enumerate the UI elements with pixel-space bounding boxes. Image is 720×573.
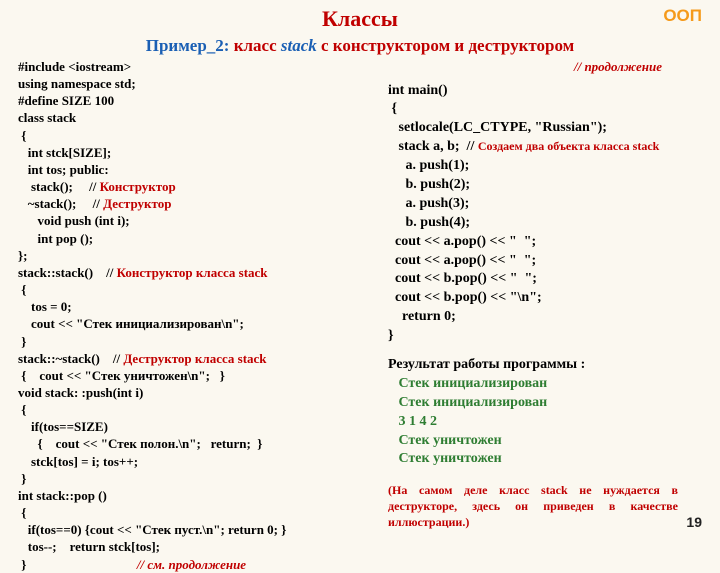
code-right: int main() { setlocale(LC_CTYPE, "Russia…: [388, 82, 702, 346]
left-code-column: #include <iostream> using namespace std;…: [18, 58, 368, 573]
subtitle-text-2: с конструктором и деструктором: [317, 36, 575, 55]
content-columns: #include <iostream> using namespace std;…: [0, 58, 720, 573]
slide-subtitle: Пример_2: класс stack с конструктором и …: [0, 36, 720, 56]
page-number: 19: [686, 514, 702, 530]
continuation-label: // продолжение: [388, 58, 702, 76]
course-tag: ООП: [663, 6, 702, 26]
result-header: Результат работы программы :: [388, 356, 702, 375]
example-label: Пример_2:: [146, 36, 230, 55]
right-code-column: // продолжение int main() { setlocale(LC…: [368, 58, 702, 573]
subtitle-text-1: класс: [234, 36, 281, 55]
subtitle-stack-word: stack: [281, 36, 317, 55]
footnote: (На самом деле класс stack не нуждается …: [388, 483, 678, 530]
code-left: #include <iostream> using namespace std;…: [18, 58, 368, 573]
program-output: Стек инициализирован Стек инициализирова…: [388, 375, 702, 469]
slide-title: Классы: [0, 0, 720, 32]
